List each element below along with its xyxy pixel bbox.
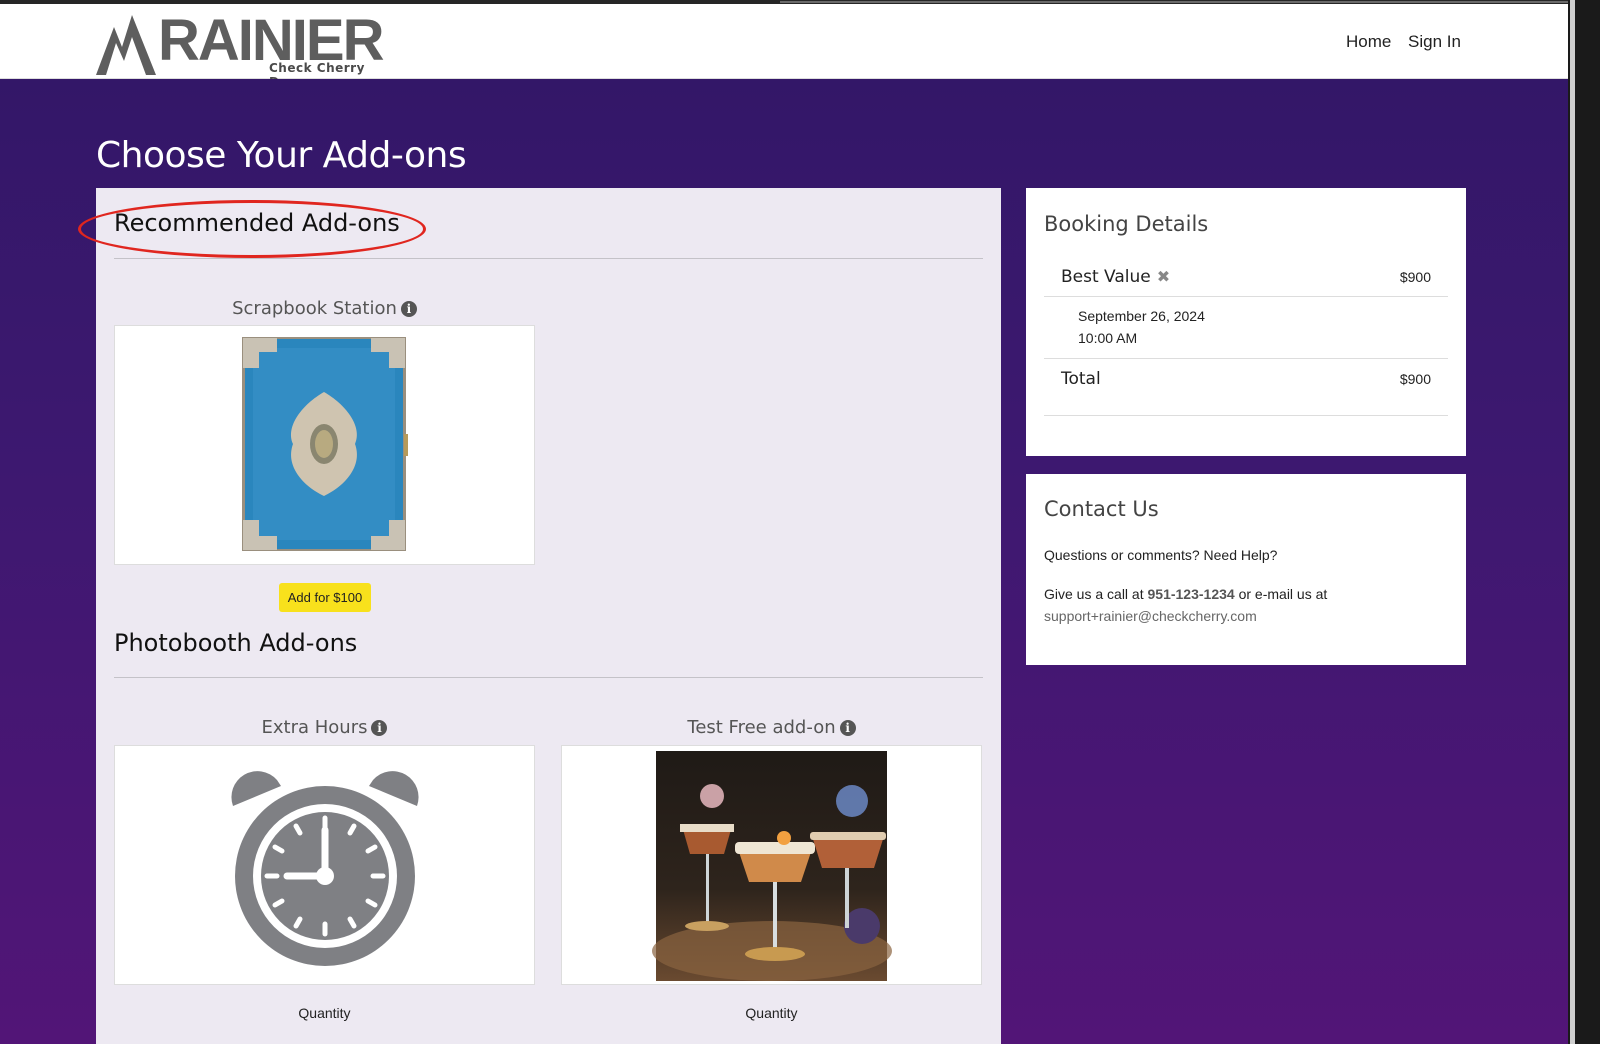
addon-name: Test Free add-on (687, 717, 836, 738)
recommended-section-title: Recommended Add-ons (114, 209, 400, 237)
addon-title-extra-hours: Extra Hours i (114, 717, 535, 738)
call-prefix: Give us a call at (1044, 586, 1144, 602)
package-name: Best Value ✖ (1061, 267, 1170, 287)
contact-question: Questions or comments? Need Help? (1044, 547, 1278, 563)
page-title: Choose Your Add-ons (96, 135, 467, 176)
info-icon[interactable]: i (400, 301, 417, 317)
ornate-book-image (242, 337, 408, 551)
quantity-label: Quantity (745, 1005, 798, 1021)
scrollbar[interactable] (1568, 0, 1600, 1044)
nav-sign-in-link[interactable]: Sign In (1408, 32, 1461, 52)
info-icon[interactable]: i (839, 720, 856, 736)
addons-page: Choose Your Add-ons Recommended Add-ons … (0, 79, 1568, 1044)
rainier-logo[interactable]: RAINIER Check Cherry Demo (94, 8, 394, 89)
total-price: $900 (1399, 371, 1431, 387)
quantity-label: Quantity (298, 1005, 351, 1021)
addon-name: Extra Hours (261, 717, 368, 738)
photobooth-section-title: Photobooth Add-ons (114, 629, 358, 657)
info-icon[interactable]: i (371, 720, 388, 736)
support-email-link[interactable]: support+rainier@checkcherry.com (1044, 608, 1257, 624)
site-header: RAINIER Check Cherry Demo Home Sign In (0, 4, 1568, 89)
addon-name: Scrapbook Station (232, 298, 397, 319)
contact-us-card: Contact Us Questions or comments? Need H… (1026, 474, 1466, 665)
contact-details: Give us a call at 951-123-1234 or e-mail… (1044, 583, 1444, 627)
section-divider (114, 258, 983, 259)
remove-package-icon[interactable]: ✖ (1157, 267, 1170, 286)
package-price: $900 (1399, 269, 1431, 285)
addons-panel: Recommended Add-ons Scrapbook Stationi (78, 188, 1001, 1044)
booking-divider (1044, 415, 1448, 416)
scrapbook-image[interactable] (114, 325, 535, 565)
section-divider (114, 677, 983, 678)
mountain-logo-icon (96, 15, 156, 75)
test-free-addon-image[interactable] (561, 745, 982, 985)
package-label: Best Value (1061, 267, 1151, 287)
nav-home-link[interactable]: Home (1346, 32, 1391, 52)
total-label: Total (1061, 369, 1101, 389)
contact-us-title: Contact Us (1044, 497, 1159, 521)
browser-viewport: RAINIER Check Cherry Demo Home Sign In C… (0, 0, 1568, 1044)
booking-divider (1044, 296, 1448, 297)
booking-details-title: Booking Details (1044, 212, 1209, 236)
email-prefix: or e-mail us at (1238, 586, 1328, 602)
addon-title-scrapbook: Scrapbook Station i (114, 298, 535, 319)
alarm-clock-icon (231, 771, 419, 966)
booking-time: 10:00 AM (1078, 330, 1138, 346)
cocktail-glasses-photo (652, 751, 892, 981)
phone-number[interactable]: 951-123-1234 (1148, 586, 1235, 602)
addon-title-test-free: Test Free add-on i (561, 717, 982, 738)
booking-date: September 26, 2024 (1078, 308, 1205, 324)
add-scrapbook-button[interactable]: Add for $100 (279, 583, 371, 612)
booking-divider (1044, 358, 1448, 359)
booking-details-card: Booking Details Best Value ✖ $900 Septemb… (1026, 188, 1466, 456)
extra-hours-image[interactable] (114, 745, 535, 985)
